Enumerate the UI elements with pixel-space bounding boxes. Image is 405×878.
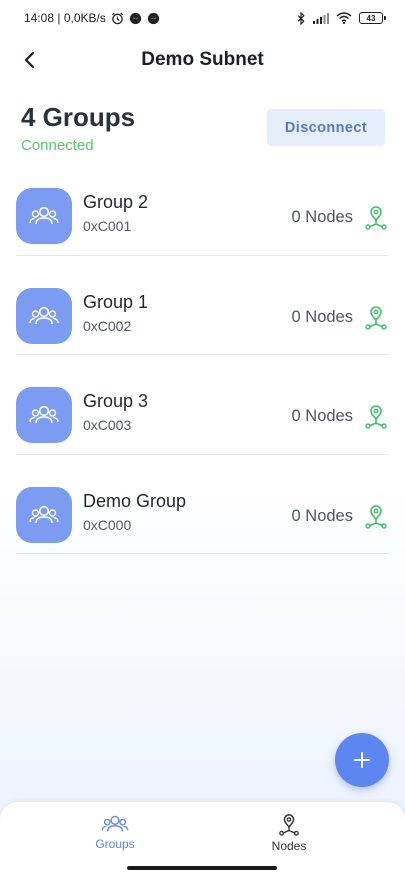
tab-groups[interactable]: Groups — [65, 814, 165, 858]
groups-icon — [101, 815, 129, 832]
group-address: 0xC002 — [83, 317, 132, 334]
status-right: 43 — [296, 11, 386, 25]
node-count: 0 Nodes — [291, 407, 353, 425]
row-divider — [16, 453, 389, 455]
group-name: Group 1 — [83, 291, 149, 312]
group-users-icon — [29, 405, 59, 424]
group-users-icon — [29, 505, 59, 523]
node-count: 0 Nodes — [291, 208, 353, 226]
messenger-icon — [147, 12, 160, 25]
wifi-icon — [336, 12, 352, 24]
plus-icon — [354, 752, 370, 768]
alarm-icon — [111, 12, 124, 25]
bluetooth-icon — [296, 11, 306, 25]
row-divider — [16, 354, 389, 355]
app-header: Demo Subnet — [0, 40, 405, 80]
status-bar: 14:08 | 0,0KB/s 43 — [0, 0, 405, 36]
nodes-icon — [279, 814, 299, 836]
row-divider — [16, 553, 389, 554]
battery-icon: 43 — [359, 12, 386, 24]
back-arrow-icon — [24, 51, 35, 69]
add-group-button[interactable] — [335, 733, 389, 787]
node-pin-icon[interactable] — [365, 206, 387, 230]
tab-nodes[interactable]: Nodes — [239, 814, 339, 858]
signal-icon — [313, 12, 329, 24]
list-item[interactable]: Group 1 0xC002 0 Nodes — [0, 280, 405, 380]
group-name: Demo Group — [83, 490, 187, 511]
group-avatar — [16, 486, 72, 543]
back-button[interactable] — [16, 46, 44, 74]
node-count: 0 Nodes — [291, 506, 353, 525]
tab-nodes-label: Nodes — [271, 839, 307, 853]
node-pin-icon[interactable] — [365, 405, 387, 429]
list-item[interactable]: Demo Group 0xC000 0 Nodes — [0, 479, 405, 579]
group-name: Group 3 — [83, 391, 149, 411]
group-users-icon — [29, 306, 59, 324]
list-item[interactable]: Group 3 0xC003 0 Nodes — [0, 379, 405, 479]
tab-groups-label: Groups — [95, 837, 135, 851]
group-avatar — [16, 387, 72, 443]
time-speed: 14:08 | 0,0KB/s — [24, 11, 106, 25]
status-left: 14:08 | 0,0KB/s — [24, 11, 160, 25]
group-avatar — [16, 287, 72, 344]
group-address: 0xC003 — [83, 417, 132, 433]
disconnect-button[interactable]: Disconnect — [267, 109, 385, 146]
node-pin-icon[interactable] — [365, 504, 387, 529]
group-name: Group 2 — [83, 192, 149, 212]
node-pin-icon[interactable] — [365, 305, 387, 330]
group-users-icon — [29, 206, 59, 225]
messenger-icon — [129, 12, 142, 25]
group-address: 0xC001 — [83, 218, 132, 234]
node-count: 0 Nodes — [291, 307, 353, 326]
list-item[interactable]: Group 2 0xC001 0 Nodes — [0, 180, 405, 280]
group-address: 0xC000 — [83, 516, 132, 533]
groups-summary: 4 Groups Connected Disconnect — [21, 102, 385, 154]
page-title: Demo Subnet — [141, 49, 264, 70]
row-divider — [16, 254, 389, 256]
home-indicator[interactable] — [127, 866, 277, 870]
battery-level: 43 — [366, 13, 376, 23]
group-list: Group 2 0xC001 0 Nodes Group 1 0xC002 0 … — [0, 180, 405, 578]
group-avatar — [16, 188, 72, 244]
